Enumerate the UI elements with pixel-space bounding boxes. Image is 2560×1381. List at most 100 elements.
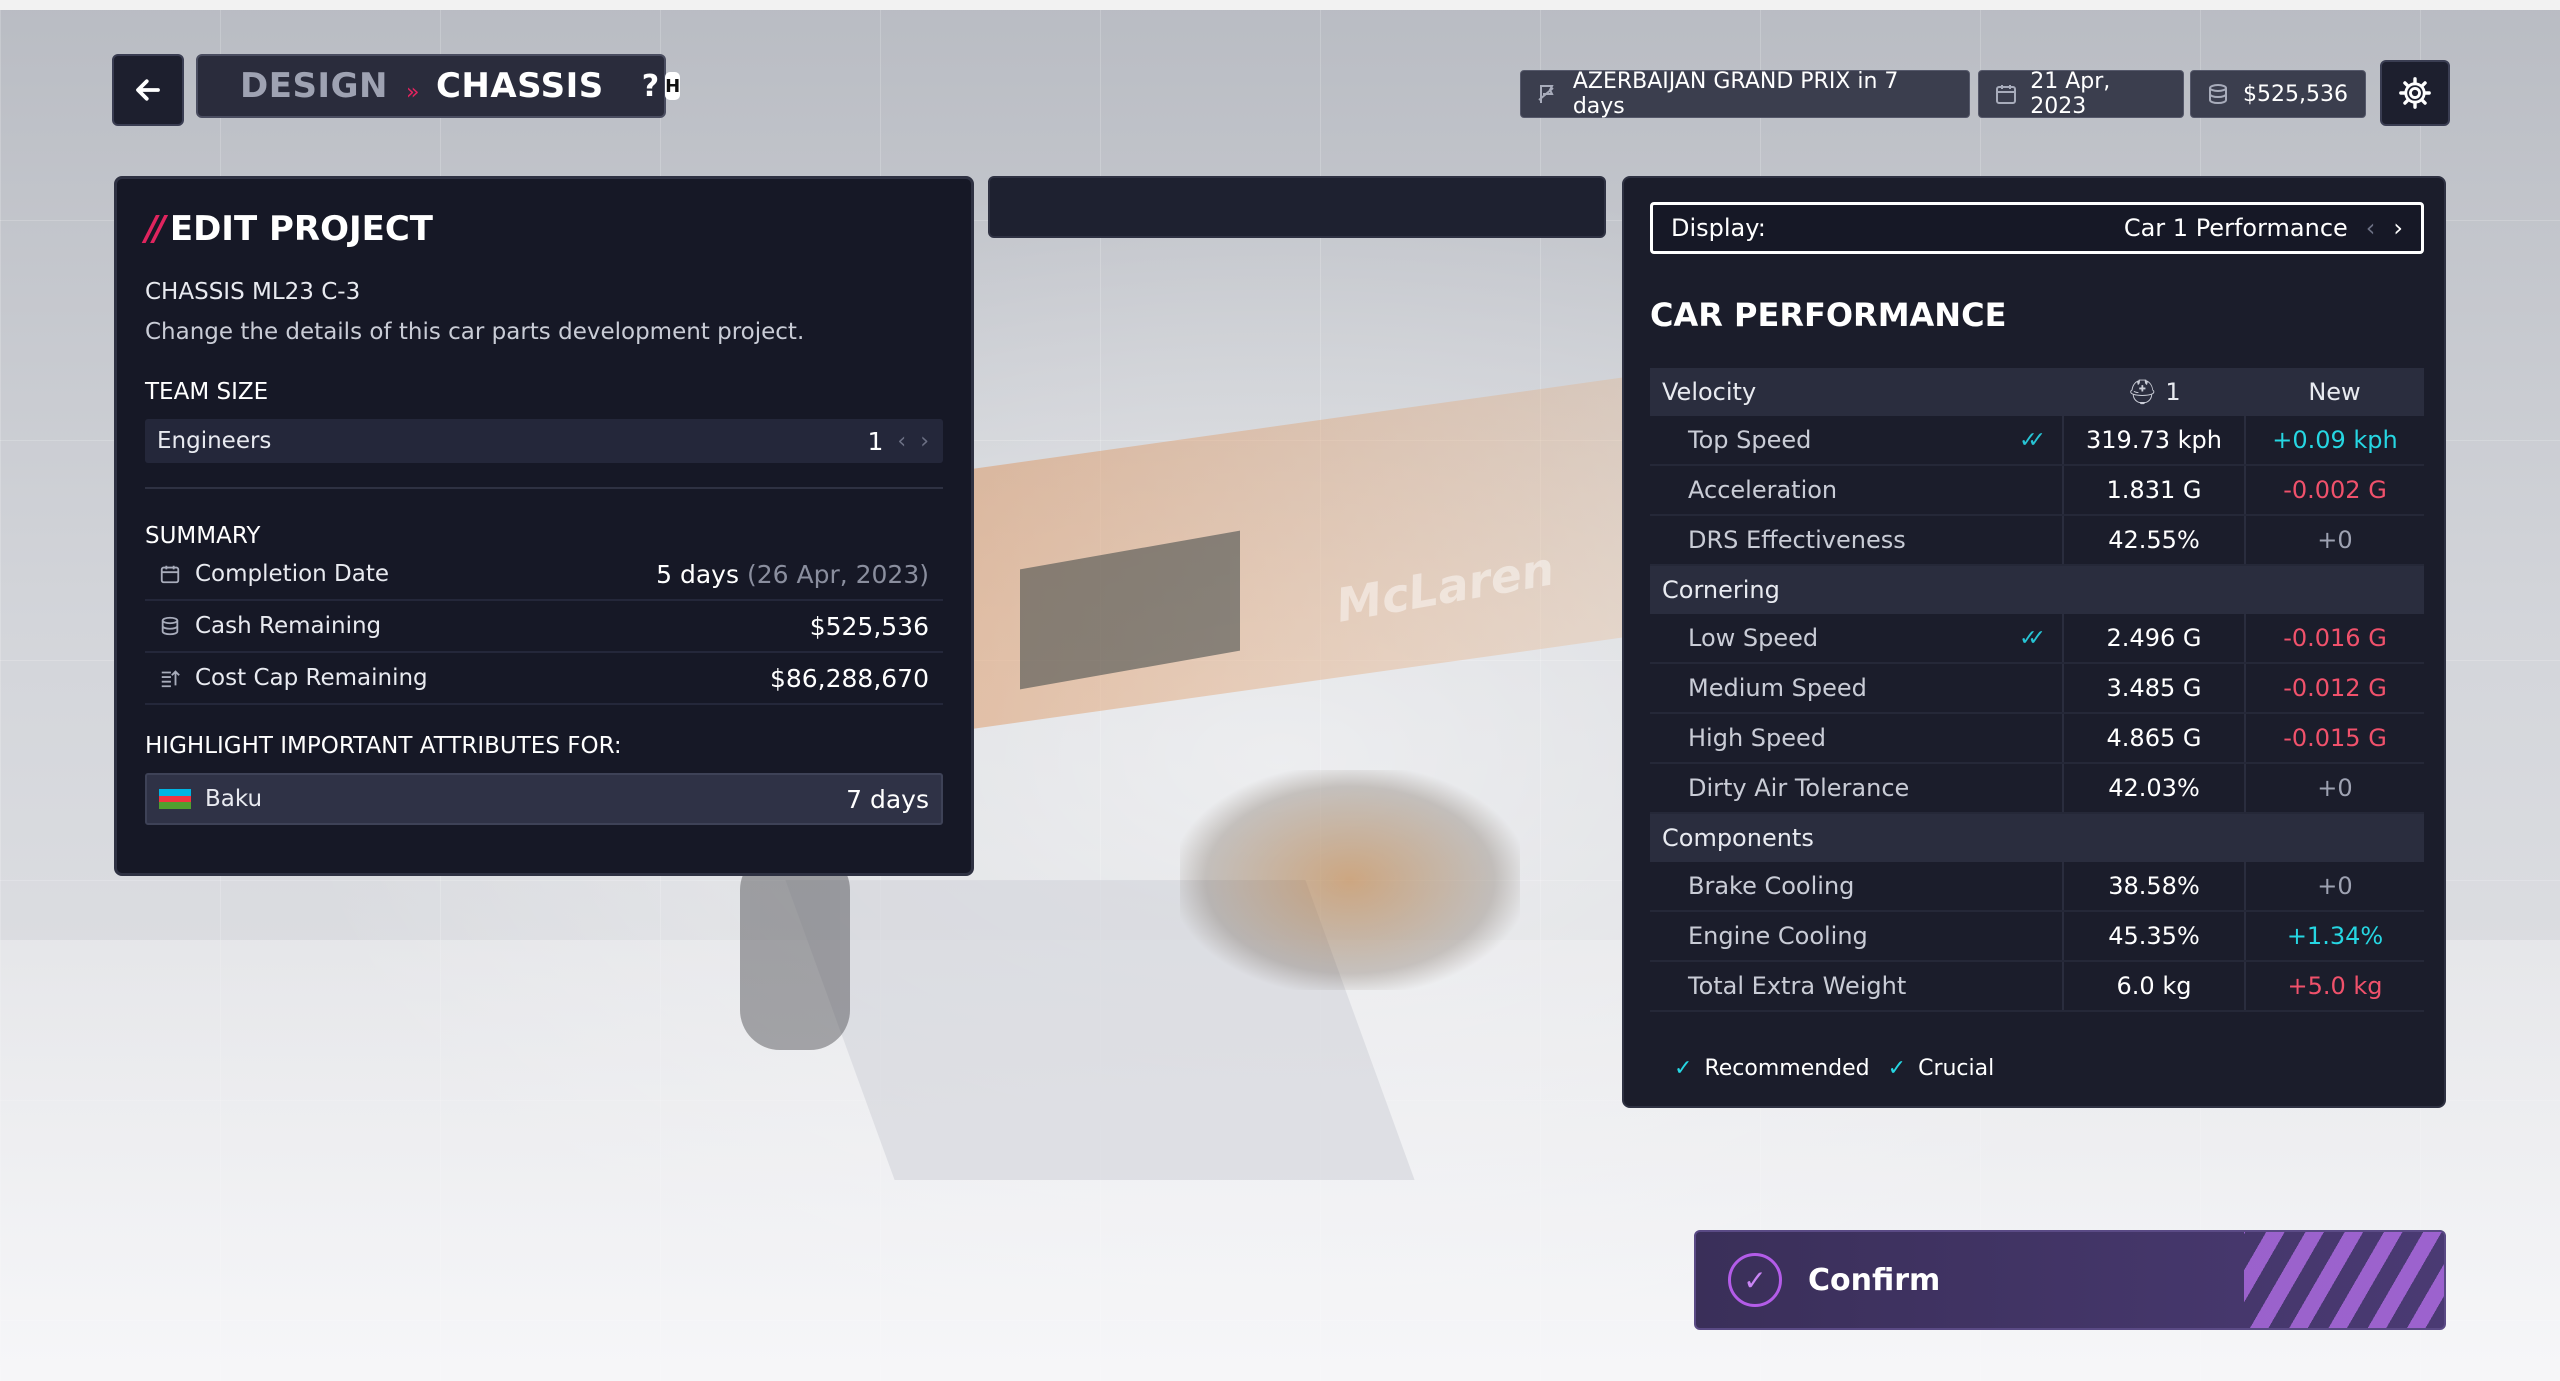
completion-label: Completion Date [195,561,390,587]
crucial-check-icon: ✓✓ [2019,428,2046,453]
attribute-value: 42.03% [2063,763,2246,814]
middle-header-bar [988,176,1606,238]
category-name: Cornering [1650,565,2063,614]
cash-status: $525,536 [2190,70,2366,118]
calendar-icon [1993,81,2018,107]
attribute-name: Acceleration [1688,476,1838,504]
attribute-name: DRS Effectiveness [1688,526,1906,554]
engineers-row[interactable]: Engineers 1 ‹ › [145,419,943,463]
attribute-value: 3.485 G [2063,663,2246,714]
display-value: Car 1 Performance [2123,214,2348,242]
cost-cap-icon [157,665,183,691]
chevron-left-icon[interactable]: ‹ [897,429,906,454]
attribute-row: Engine Cooling 45.35% +1.34% [1650,911,2424,962]
help-key-hint: H [665,72,681,100]
race-car [1180,770,1520,990]
date-status: 21 Apr, 2023 [1978,69,2184,119]
check-circle-icon: ✓ [1728,1253,1782,1307]
back-button[interactable] [112,54,184,126]
attribute-change: -0.015 G [2245,713,2424,764]
settings-button[interactable] [2380,60,2450,126]
category-row: Components [1650,813,2424,862]
breadcrumb-design[interactable]: DESIGN [240,66,388,106]
legend-crucial: Crucial [1918,1056,1995,1081]
highlight-heading: HIGHLIGHT IMPORTANT ATTRIBUTES FOR: [145,733,622,759]
slash-accent-icon: // [145,209,166,249]
attribute-name: Low Speed [1688,624,1819,652]
attribute-row: Brake Cooling 38.58% +0 [1650,862,2424,912]
cost-cap-label: Cost Cap Remaining [195,665,428,691]
car-performance-panel: Display: Car 1 Performance ‹ › CAR PERFO… [1622,176,2446,1108]
cash-remaining-value: $525,536 [809,611,929,641]
double-check-icon: ✓ [1887,1056,1907,1081]
cash-remaining-label: Cash Remaining [195,613,382,639]
attribute-change: -0.002 G [2245,465,2424,516]
edit-project-title: EDIT PROJECT [169,209,433,249]
summary-heading: SUMMARY [145,523,261,549]
panel-title: // EDIT PROJECT [145,209,943,249]
attribute-name: Brake Cooling [1688,872,1855,900]
attribute-change: +1.34% [2245,911,2424,962]
category-spacer [2063,813,2245,862]
performance-table: Velocity ⛑ 1 New Top Speed ✓✓ 319.73 kph +0.09… [1650,368,2424,1012]
chevron-right-icon[interactable]: › [2393,214,2403,242]
arrow-left-icon [136,79,160,101]
highlight-days: 7 days [846,784,929,814]
cost-cap-row: Cost Cap Remaining $86,288,670 [145,653,943,705]
attribute-name: Engine Cooling [1688,922,1868,950]
check-icon: ✓ [1674,1056,1693,1081]
date-text: 21 Apr, 2023 [2030,69,2111,119]
help-button[interactable]: ? [642,69,659,104]
category-spacer [2063,565,2245,614]
attribute-change: +5.0 kg [2245,961,2424,1012]
section-divider [145,487,943,489]
attribute-name: Top Speed [1688,426,1812,454]
attribute-value: 2.496 G [2063,614,2246,664]
azerbaijan-flag-icon [159,789,191,810]
attribute-row: Dirty Air Tolerance 42.03% +0 [1650,763,2424,814]
car-performance-title: CAR PERFORMANCE [1650,296,2007,334]
window-top-bar [0,0,2560,10]
edit-project-panel: // EDIT PROJECT CHASSIS ML23 C-3 Change … [114,176,974,876]
attribute-value: 319.73 kph [2063,416,2246,466]
attribute-change: +0.09 kph [2245,416,2424,466]
category-spacer [2245,813,2424,862]
cost-cap-value: $86,288,670 [769,663,929,693]
attribute-name: Medium Speed [1688,674,1867,702]
chevron-left-icon[interactable]: ‹ [2366,214,2376,242]
display-selector[interactable]: Display: Car 1 Performance ‹ › [1650,202,2424,254]
project-name: CHASSIS ML23 C-3 [145,279,361,305]
crucial-check-icon: ✓✓ [2019,626,2046,651]
attribute-change: +0 [2245,763,2424,814]
attribute-value: 42.55% [2063,515,2246,566]
calendar-icon [157,561,183,587]
gear-icon [2399,77,2431,109]
attribute-value: 45.35% [2063,911,2246,962]
confirm-button[interactable]: ✓ Confirm [1694,1230,2446,1330]
category-row: Cornering [1650,565,2424,614]
highlight-track-row[interactable]: Baku 7 days [145,773,943,825]
breadcrumb-separator-icon: » [405,80,420,105]
flag-icon [1535,81,1561,107]
attribute-row: Low Speed ✓✓ 2.496 G -0.016 G [1650,614,2424,664]
cash-text: $525,536 [2243,81,2348,107]
attribute-row: DRS Effectiveness 42.55% +0 [1650,515,2424,566]
event-status: AZERBAIJAN GRAND PRIX in 7 days [1520,69,1970,119]
team-size-heading: TEAM SIZE [145,379,269,405]
legend: ✓ Recommended ✓ Crucial [1674,1056,1994,1081]
project-description: Change the details of this car parts dev… [145,319,805,345]
engineers-label: Engineers [157,428,272,454]
chevron-right-icon[interactable]: › [920,429,929,454]
car-column-label: 1 [2165,378,2181,406]
attribute-row: Medium Speed 3.485 G -0.012 G [1650,663,2424,714]
breadcrumb: DESIGN » CHASSIS ? H [196,54,681,118]
completion-row: Completion Date 5 days (26 Apr, 2023) [145,549,943,601]
attribute-row: Acceleration 1.831 G -0.002 G [1650,465,2424,516]
event-text: AZERBAIJAN GRAND PRIX in 7 days [1572,69,1899,119]
highlight-track: Baku [205,786,263,812]
driver-helmet-icon: ⛑ [2127,378,2166,406]
engineers-stepper[interactable]: 1 ‹ › [867,427,929,456]
car-column-header: ⛑ 1 [2063,368,2245,416]
stripe-decoration [2244,1232,2444,1328]
coins-icon [157,613,183,639]
